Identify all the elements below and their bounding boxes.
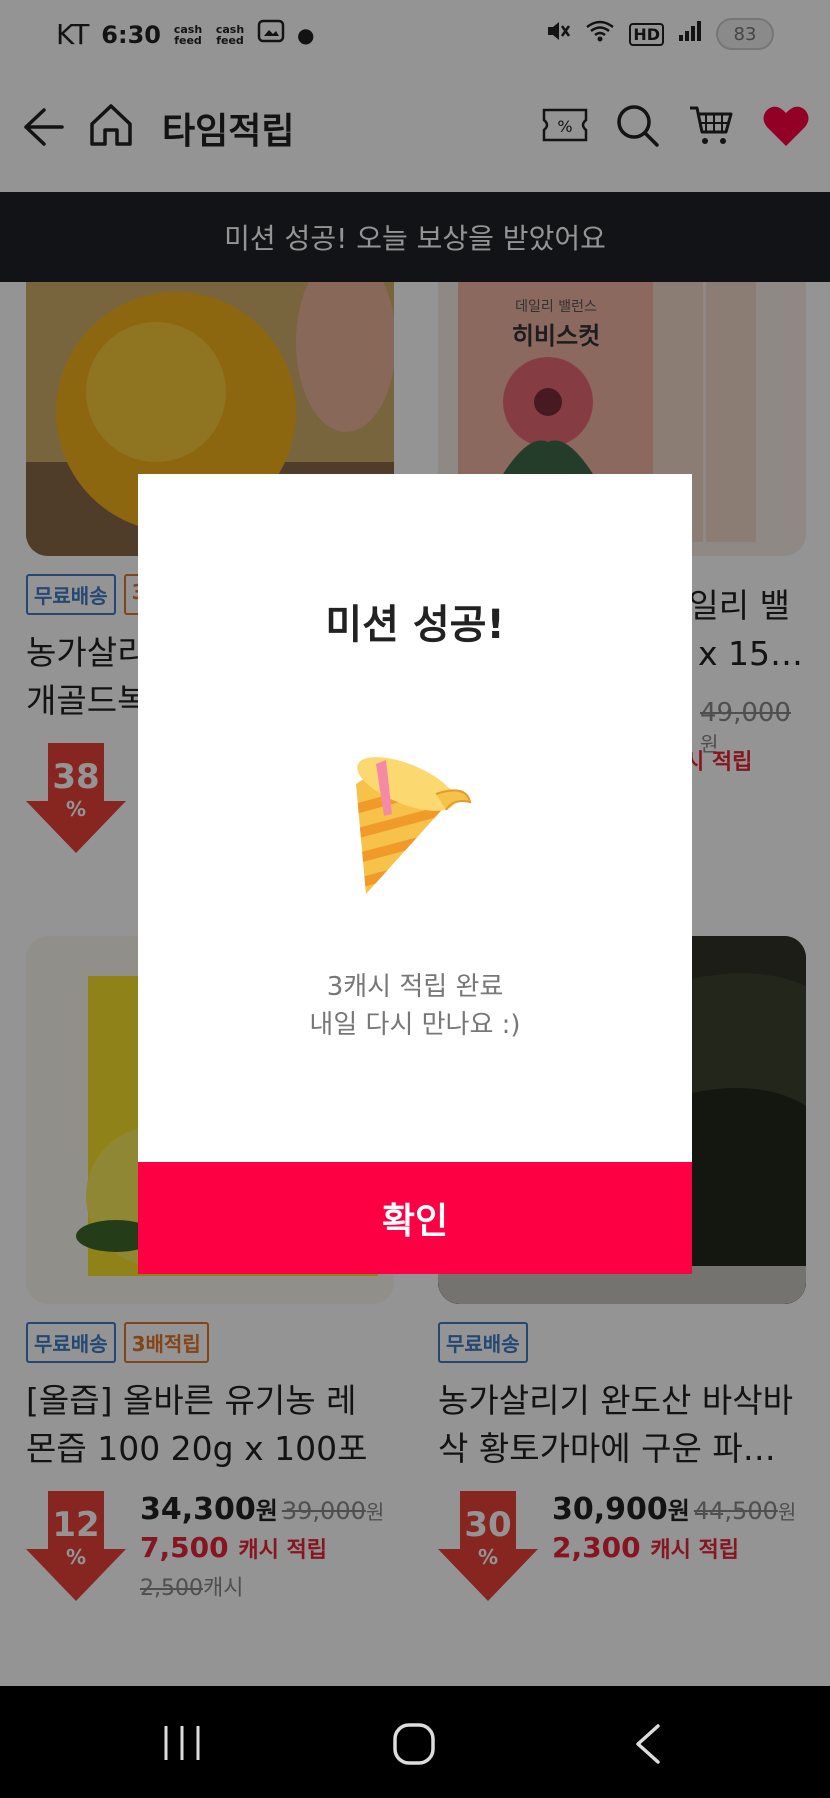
dialog-message: 3캐시 적립 완료 내일 다시 만나요 :)	[138, 968, 692, 1044]
dialog-message-line2: 내일 다시 만나요 :)	[309, 1010, 521, 1040]
party-popper-icon	[336, 754, 486, 908]
system-nav-bar	[0, 1686, 830, 1798]
dialog-title: 미션 성공!	[325, 602, 505, 648]
confirm-button[interactable]: 확인	[138, 1162, 692, 1274]
mission-success-dialog: 미션 성공! 3캐시 적립 완료 내일 다시 만나요 :) 확인	[138, 474, 692, 1274]
dialog-message-line1: 3캐시 적립 완료	[326, 972, 504, 1002]
home-button-icon[interactable]	[392, 1722, 436, 1770]
recent-apps-icon[interactable]	[160, 1722, 204, 1768]
system-back-icon[interactable]	[632, 1722, 664, 1770]
